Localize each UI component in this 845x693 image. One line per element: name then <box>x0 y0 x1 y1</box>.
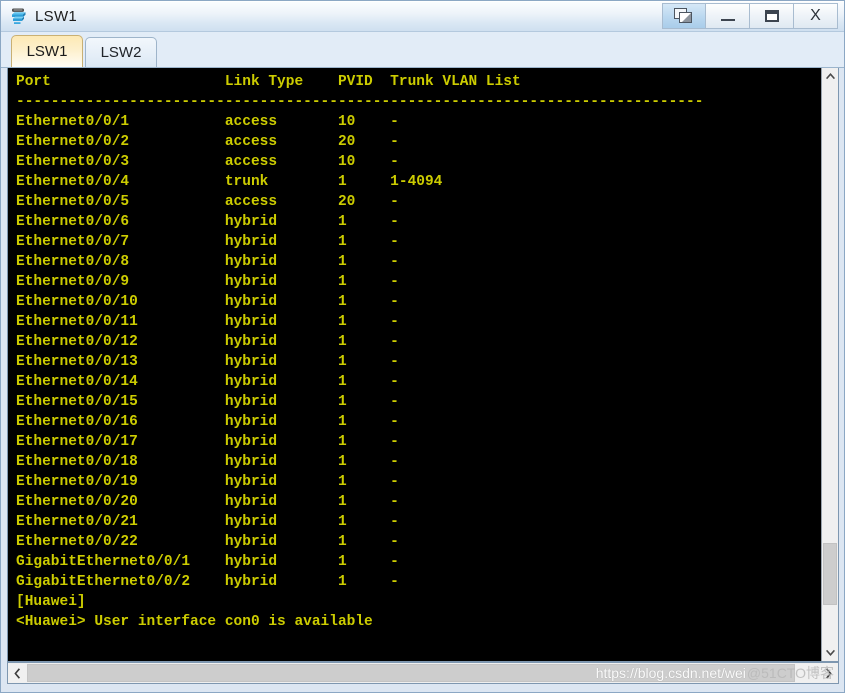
console-line: Ethernet0/0/21 hybrid 1 - <box>16 514 399 530</box>
tab-strip: LSW1 LSW2 <box>1 32 844 68</box>
console-line: Ethernet0/0/18 hybrid 1 - <box>16 454 399 470</box>
horizontal-scrollbar-region: https://blog.csdn.net/wei @51CTO博客 <box>1 662 844 686</box>
window-bottom-edge <box>1 686 844 692</box>
console-line: Ethernet0/0/13 hybrid 1 - <box>16 354 399 370</box>
title-bar: LSW1 X <box>1 1 844 32</box>
console-line: Ethernet0/0/5 access 20 - <box>16 194 399 210</box>
scroll-down-button[interactable] <box>822 644 838 661</box>
console-line: Ethernet0/0/11 hybrid 1 - <box>16 314 399 330</box>
console-line: Port Link Type PVID Trunk VLAN List <box>16 74 521 90</box>
console-line: Ethernet0/0/1 access 10 - <box>16 114 399 130</box>
terminal-frame: Port Link Type PVID Trunk VLAN List -----… <box>7 68 839 662</box>
console-line: Ethernet0/0/9 hybrid 1 - <box>16 274 399 290</box>
console-line: GigabitEthernet0/0/1 hybrid 1 - <box>16 554 399 570</box>
window-controls: X <box>662 3 838 29</box>
console-line: Ethernet0/0/7 hybrid 1 - <box>16 234 399 250</box>
scroll-right-button[interactable] <box>819 663 838 683</box>
console-line: Ethernet0/0/22 hybrid 1 - <box>16 534 399 550</box>
restore-icon <box>674 8 694 24</box>
console-line: Ethernet0/0/2 access 20 - <box>16 134 399 150</box>
minimize-icon <box>720 19 735 21</box>
console-line: GigabitEthernet0/0/2 hybrid 1 - <box>16 574 399 590</box>
horizontal-scroll-track[interactable] <box>27 663 819 683</box>
tab-label: LSW1 <box>26 43 68 60</box>
horizontal-scroll-thumb[interactable] <box>27 664 796 682</box>
vertical-scroll-thumb[interactable] <box>823 543 837 605</box>
switch-device-icon <box>9 6 29 26</box>
tab-label: LSW2 <box>100 44 142 61</box>
console-line: <Huawei> User interface con0 is availabl… <box>16 614 373 630</box>
console-line: Ethernet0/0/12 hybrid 1 - <box>16 334 399 350</box>
console-line: Ethernet0/0/15 hybrid 1 - <box>16 394 399 410</box>
close-button[interactable]: X <box>794 3 838 29</box>
tab-lsw2[interactable]: LSW2 <box>85 37 157 67</box>
vertical-scroll-track[interactable] <box>822 85 838 644</box>
emulator-window: LSW1 X LSW1 LSW2 Port Link Type PVID Tru… <box>0 0 845 693</box>
maximize-button[interactable] <box>750 3 794 29</box>
window-title: LSW1 <box>35 7 78 25</box>
console-line: Ethernet0/0/10 hybrid 1 - <box>16 294 399 310</box>
console-line: ----------------------------------------… <box>16 94 704 110</box>
tab-lsw1[interactable]: LSW1 <box>11 35 83 67</box>
minimize-button[interactable] <box>706 3 750 29</box>
console-line: Ethernet0/0/3 access 10 - <box>16 154 399 170</box>
scroll-left-button[interactable] <box>8 663 27 683</box>
console-line: Ethernet0/0/6 hybrid 1 - <box>16 214 399 230</box>
terminal-region: Port Link Type PVID Trunk VLAN List -----… <box>1 68 844 662</box>
console-line: Ethernet0/0/16 hybrid 1 - <box>16 414 399 430</box>
console-output[interactable]: Port Link Type PVID Trunk VLAN List -----… <box>8 68 821 661</box>
console-line: Ethernet0/0/4 trunk 1 1-4094 <box>16 174 443 190</box>
console-line: Ethernet0/0/8 hybrid 1 - <box>16 254 399 270</box>
maximize-icon <box>764 10 779 22</box>
scroll-up-button[interactable] <box>822 68 838 85</box>
horizontal-scrollbar[interactable]: https://blog.csdn.net/wei @51CTO博客 <box>7 662 839 684</box>
console-line: Ethernet0/0/17 hybrid 1 - <box>16 434 399 450</box>
console-line: Ethernet0/0/19 hybrid 1 - <box>16 474 399 490</box>
close-icon: X <box>810 7 821 24</box>
console-line: Ethernet0/0/20 hybrid 1 - <box>16 494 399 510</box>
console-line: Ethernet0/0/14 hybrid 1 - <box>16 374 399 390</box>
vertical-scrollbar[interactable] <box>821 68 838 661</box>
console-line: [Huawei] <box>16 594 86 610</box>
restore-button[interactable] <box>662 3 706 29</box>
